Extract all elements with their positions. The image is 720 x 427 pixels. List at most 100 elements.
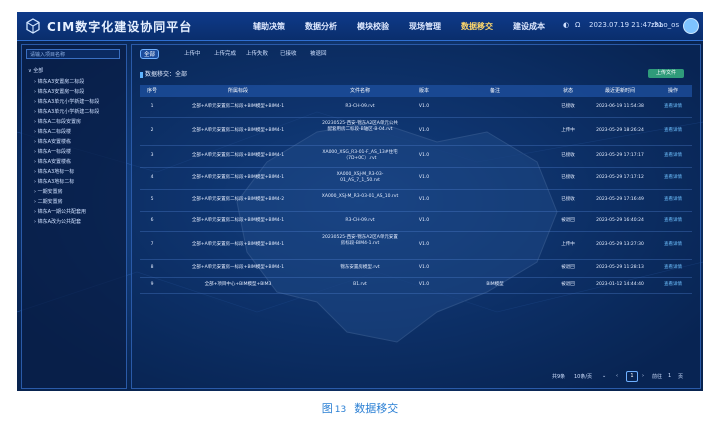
- current-page[interactable]: 1: [626, 371, 638, 382]
- tab-uploading[interactable]: 上传中: [184, 49, 201, 57]
- prev-page-icon[interactable]: ‹: [616, 373, 618, 379]
- caption-number: 13: [334, 405, 347, 415]
- tree-item[interactable]: › 锦东A3地标二标: [34, 178, 74, 185]
- col-no: 序号: [146, 88, 157, 94]
- cell-file: XA000_XSG_R3-01-F_AS_13#住宅（7D+0C）.rvt: [322, 150, 398, 161]
- cell-section: 全部+A单元安置房二标段+BIM模型+BIM4-1: [191, 104, 285, 109]
- tree-root[interactable]: ∨ 全部: [28, 67, 43, 74]
- cell-updated: 2023-05-29 18:26:24: [596, 128, 644, 133]
- cell-version: V1.0: [418, 218, 430, 223]
- view-details-link[interactable]: 查看详情: [654, 282, 692, 288]
- cell-no: 6: [150, 218, 154, 223]
- tree-item[interactable]: › 锦东A安置楼栋: [34, 158, 71, 165]
- cell-file: B1.rvt: [353, 282, 367, 287]
- tree-item[interactable]: › 锦东A改为公共配套: [34, 218, 81, 225]
- page-size-select[interactable]: 10条/页: [574, 373, 592, 380]
- alert-icon[interactable]: Ω: [575, 21, 580, 29]
- cell-section: 全部+A单元安置房二标段+BIM模型+BIM4-1: [191, 153, 285, 158]
- tree-item[interactable]: › 锦东A3单元小学新建二标段: [34, 108, 99, 115]
- tree-item-label: 锦东A3地标二标: [37, 179, 75, 185]
- tree-item[interactable]: › 锦东A安置楼栋: [34, 138, 71, 145]
- view-details-link[interactable]: 查看详情: [654, 128, 692, 134]
- table-row: 1 全部+A单元安置房二标段+BIM模型+BIM4-1 R3-CH-09.rvt…: [140, 97, 692, 118]
- view-details-link[interactable]: 查看详情: [654, 242, 692, 248]
- cell-version: V1.0: [418, 153, 430, 158]
- col-action: 操作: [667, 88, 678, 94]
- nav-data-transfer[interactable]: 数据移交: [461, 21, 493, 32]
- tab-received[interactable]: 已接收: [280, 49, 297, 57]
- tab-all[interactable]: 全部: [140, 49, 160, 59]
- caption-prefix: 图: [321, 402, 333, 415]
- cell-status: 已接收: [561, 104, 575, 109]
- cell-updated: 2023-05-29 16:40:24: [596, 218, 644, 223]
- cell-no: 7: [150, 242, 154, 247]
- next-page-icon[interactable]: ›: [642, 373, 644, 379]
- upload-button[interactable]: 上传文件: [648, 69, 684, 78]
- app-title: CIM数字化建设协同平台: [47, 20, 193, 34]
- tree-item[interactable]: › 锦东A3安置房一标段: [34, 88, 84, 95]
- tab-upload-done[interactable]: 上传完成: [214, 49, 236, 57]
- tree-item[interactable]: › 锦东A二标段安置房: [34, 118, 81, 125]
- tree-item[interactable]: › 二期安置房: [34, 198, 63, 205]
- tree-item[interactable]: › 锦东A一标段楼: [34, 148, 71, 155]
- tree-item-label: 二期安置房: [37, 199, 63, 205]
- cell-file: 20230525-西安-锦东A2区A单元公共配套用房二标段-B轴区-B-04.r…: [322, 121, 398, 132]
- table-row: 6 全部+A单元安置房二标段+BIM模型+BIM4-1 R3-CH-09.rvt…: [140, 211, 692, 232]
- nav-cost[interactable]: 建设成本: [513, 21, 545, 32]
- tab-returned[interactable]: 被退回: [310, 49, 327, 57]
- cell-updated: 2023-05-29 17:17:12: [596, 175, 644, 180]
- tree-item[interactable]: › 锦东A二标段楼: [34, 128, 71, 135]
- view-details-link[interactable]: 查看详情: [654, 175, 692, 181]
- page-size-chevron-icon[interactable]: ⌄: [602, 373, 606, 379]
- nav-decision[interactable]: 辅助决策: [253, 21, 285, 32]
- transfer-panel: 全部 上传中 上传完成 上传失败 已接收 被退回 数据移交：全部 上传文件 序号…: [131, 44, 701, 389]
- table-row: 8 全部+A单元安置房一标段+BIM模型+BIM4-1 锦东安置房模型.rvt …: [140, 259, 692, 278]
- tree-item[interactable]: › 一期安置房: [34, 188, 63, 195]
- view-details-link[interactable]: 查看详情: [654, 265, 692, 271]
- nav-site[interactable]: 现场管理: [409, 21, 441, 32]
- table-row: 9 全部+项目中心+BIM模型+BIM3 B1.rvt V1.0 BIM模型 被…: [140, 277, 692, 294]
- view-details-link[interactable]: 查看详情: [654, 218, 692, 224]
- cell-file: R3-CH-09.rvt: [345, 218, 375, 223]
- cell-note: BIM模型: [486, 282, 504, 287]
- cube-logo-icon: [26, 18, 40, 34]
- tree-item[interactable]: › 锦东A3安置房二标段: [34, 78, 84, 85]
- cell-section: 全部+项目中心+BIM模型+BIM3: [204, 282, 272, 287]
- goto-page-input[interactable]: 1: [668, 373, 671, 379]
- cell-status: 被退回: [561, 265, 575, 270]
- bell-icon[interactable]: ◐: [563, 21, 569, 29]
- view-details-link[interactable]: 查看详情: [654, 104, 692, 110]
- cell-version: V1.0: [418, 104, 430, 109]
- table-row: 3 全部+A单元安置房二标段+BIM模型+BIM4-1 XA000_XSG_R3…: [140, 145, 692, 168]
- tab-upload-failed[interactable]: 上传失败: [246, 49, 268, 57]
- nav-analysis[interactable]: 数据分析: [305, 21, 337, 32]
- app-window: CIM数字化建设协同平台 辅助决策 数据分析 模块校验 现场管理 数据移交 建设…: [17, 12, 703, 391]
- cell-version: V1.0: [418, 282, 430, 287]
- cell-no: 9: [150, 282, 154, 287]
- col-note: 备注: [489, 88, 500, 94]
- filter-label: 数据移交：全部: [140, 69, 187, 78]
- tree-item-label: 锦东A3单元小学新建一标段: [37, 99, 100, 105]
- table-row: 5 全部+A单元安置房二标段+BIM模型+BIM4-2 XA000_XSJ-M_…: [140, 189, 692, 212]
- cell-status: 被退回: [561, 282, 575, 287]
- tree-item[interactable]: › 锦东A3单元小学新建一标段: [34, 98, 99, 105]
- tree-item[interactable]: › 锦东A3地标一标: [34, 168, 74, 175]
- tree-item-label: 一期安置房: [37, 189, 63, 195]
- tree-item-label: 锦东A一标段楼: [37, 149, 72, 155]
- tree-item-label: 锦东A安置楼栋: [37, 159, 72, 165]
- project-search-input[interactable]: 请输入项目名称: [26, 49, 120, 59]
- view-details-link[interactable]: 查看详情: [654, 153, 692, 159]
- cell-status: 已接收: [561, 153, 575, 158]
- view-details-link[interactable]: 查看详情: [654, 197, 692, 203]
- cell-version: V1.0: [418, 242, 430, 247]
- avatar[interactable]: [683, 18, 699, 34]
- cell-no: 2: [150, 128, 154, 133]
- username[interactable]: zhao_os: [651, 21, 679, 29]
- caption-title: 数据移交: [354, 402, 399, 415]
- cell-file: R3-CH-09.rvt: [345, 104, 375, 109]
- table-header: 序号 所属标段 文件名称 版本 备注 状态 最近更新时间 操作: [140, 85, 692, 97]
- nav-model-check[interactable]: 模块校验: [357, 21, 389, 32]
- cell-section: 全部+A单元安置房一标段+BIM模型+BIM4-1: [191, 265, 285, 270]
- tree-item[interactable]: › 锦东A一期公共配套用: [34, 208, 86, 215]
- cell-file: XA000_XSJ-M_R3-03-01_AS_7_1_50.rvt: [336, 172, 384, 183]
